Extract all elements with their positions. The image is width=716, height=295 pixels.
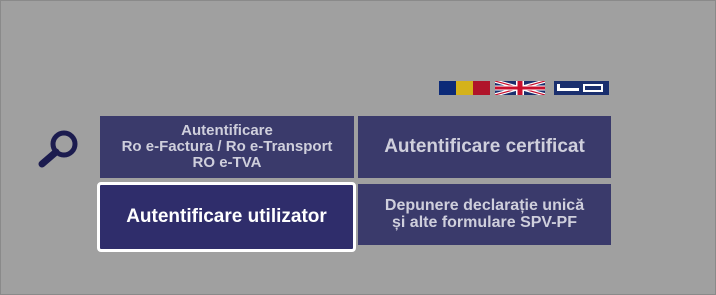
- extra-flag-icon[interactable]: [554, 81, 609, 95]
- uk-flag-icon[interactable]: [495, 81, 545, 95]
- auth-efactura-line2: Ro e-Factura / Ro e-Transport: [121, 138, 333, 156]
- magnifier-icon[interactable]: [37, 127, 81, 169]
- auth-efactura-line3: RO e-TVA: [192, 153, 262, 171]
- submit-declaration-line1: Depunere declarație unică: [384, 196, 585, 214]
- submit-declaration-line2: și alte formulare SPV-PF: [392, 213, 577, 231]
- auth-efactura-button[interactable]: Autentificare Ro e-Factura / Ro e-Transp…: [100, 116, 354, 178]
- auth-certificate-label: Autentificare certificat: [384, 136, 585, 158]
- auth-user-label: Autentificare utilizator: [126, 206, 327, 228]
- auth-efactura-line1: Autentificare: [181, 122, 273, 140]
- auth-user-button[interactable]: Autentificare utilizator: [97, 182, 356, 252]
- ro-flag-icon[interactable]: [439, 81, 490, 95]
- submit-declaration-button[interactable]: Depunere declarație unică și alte formul…: [358, 184, 611, 245]
- auth-certificate-button[interactable]: Autentificare certificat: [358, 116, 611, 178]
